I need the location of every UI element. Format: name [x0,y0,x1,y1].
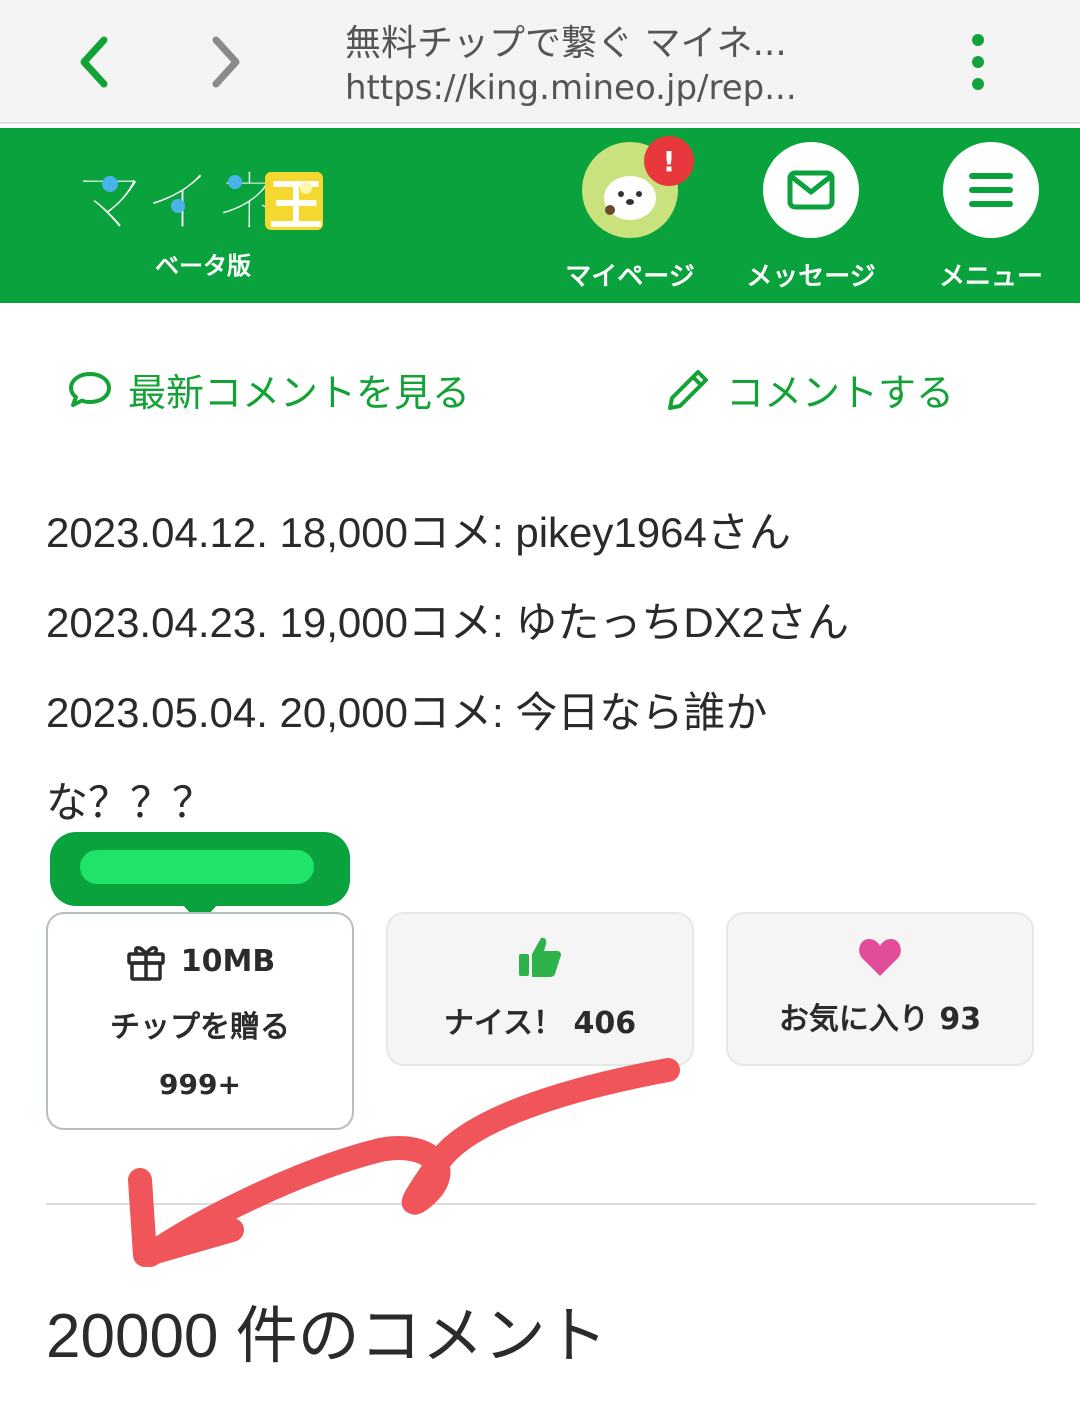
browser-toolbar: 無料チップで繋ぐ マイネ... https://king.mineo.jp/re… [0,0,1080,124]
post-line: 2023.05.04. 20,000コメ: 今日なら誰か [46,689,768,736]
chevron-left-icon [80,36,108,88]
fav-icon-row [728,936,1032,978]
pencil-icon [668,369,708,410]
menu-label: メニュー [938,262,1043,292]
mypage-label: マイページ [565,262,695,292]
speech-bubble-icon [69,371,111,407]
logo-image: マイネ 王 [73,160,323,244]
tip-count: 999+ [159,1068,241,1101]
message-label: メッセージ [746,262,876,292]
redaction-mark [80,850,314,884]
post-comment-link[interactable]: コメントする [666,362,954,417]
url-bar[interactable]: https://king.mineo.jp/rep... [345,68,797,108]
divider [46,1203,1036,1205]
back-button[interactable] [64,30,124,94]
chevron-right-icon [212,36,240,88]
post-line: 2023.04.23. 19,000コメ: ゆたっちDX2さん [46,599,850,646]
comment-count-heading: 20000 件のコメント [46,1302,608,1371]
send-tip-button[interactable]: 10MB チップを贈る 999+ [46,912,354,1130]
avatar: ! [582,136,694,238]
tip-label: チップを贈る [110,1010,290,1045]
notification-badge: ! [644,136,694,186]
menu-button[interactable]: メニュー [916,142,1066,293]
tip-tooltip [50,832,350,924]
page-title[interactable]: 無料チップで繋ぐ マイネ... [345,14,787,66]
post-body: 2023.04.12. 18,000コメ: pikey1964さん 2023.0… [46,488,1036,848]
nice-button[interactable]: ナイス！ 406 [386,912,694,1066]
message-button[interactable]: メッセージ [736,142,886,293]
favorite-button[interactable]: お気に入り 93 [726,912,1034,1066]
mypage-button[interactable]: ! マイページ [555,136,705,293]
tip-amount-row: 10MB [48,940,352,982]
gift-icon [127,946,165,981]
latest-comments-link[interactable]: 最新コメントを見る [68,362,470,417]
logo-subtitle: ベータ版 [155,252,251,280]
favorite-label: お気に入り 93 [778,1002,982,1037]
post-comment-label: コメントする [726,371,955,415]
latest-comments-label: 最新コメントを見る [128,371,471,415]
envelope-icon [787,170,835,210]
post-line: 2023.04.12. 18,000コメ: pikey1964さん [46,509,791,556]
tip-amount: 10MB [180,943,276,979]
site-logo[interactable]: マイネ 王 [70,154,330,244]
heart-icon [859,939,901,976]
menu-circle [943,142,1039,238]
nice-icon-row [388,934,692,980]
svg-text:王: 王 [269,174,323,237]
message-circle [763,142,859,238]
thumbs-up-icon [519,937,561,977]
hamburger-icon [969,173,1013,207]
more-options-icon[interactable] [958,30,998,94]
nice-label: ナイス！ 406 [443,1006,637,1041]
forward-button[interactable] [196,30,256,94]
site-header: マイネ 王 ベータ版 ! マイページ [0,128,1080,303]
